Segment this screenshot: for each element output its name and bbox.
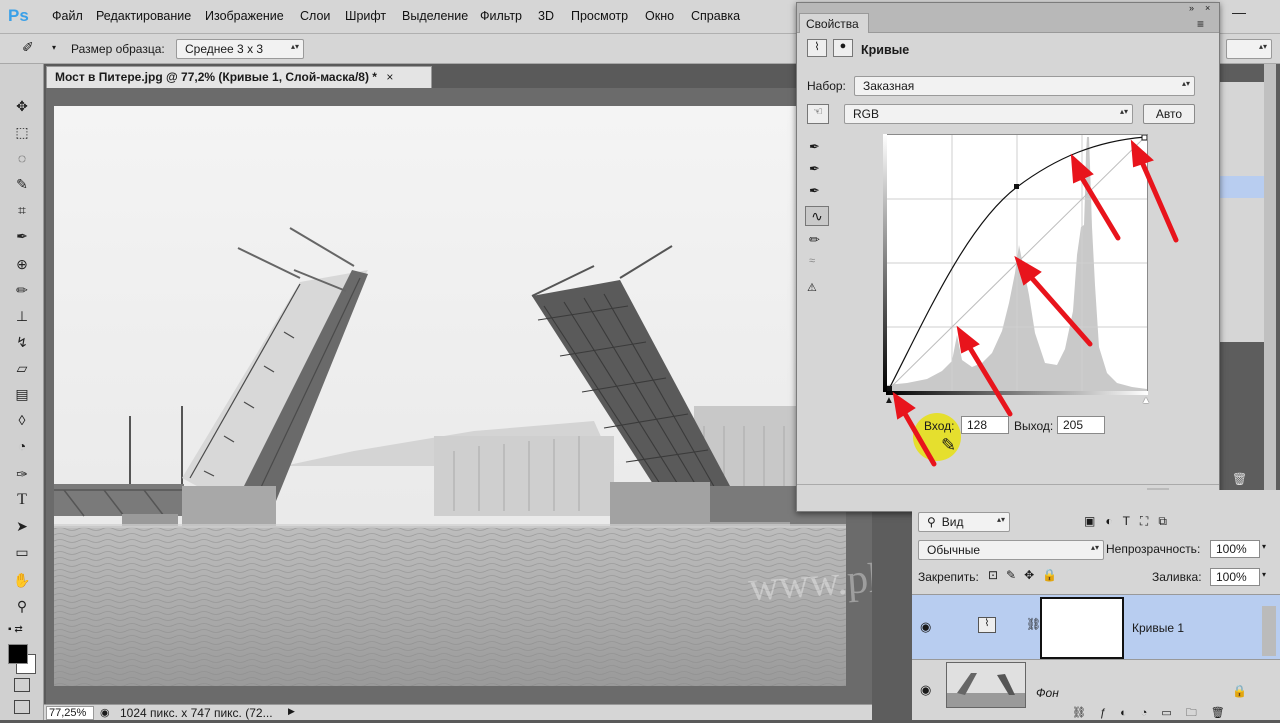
blend-mode-select[interactable]: Обычные ▴▾ [918, 540, 1104, 560]
fill-label: Заливка: [1152, 570, 1202, 584]
layer-row-curves[interactable]: ◉ ⌇ ⛓ Кривые 1 [912, 594, 1280, 660]
layer-name: Фон [1036, 686, 1059, 700]
opacity-label: Непрозрачность: [1106, 542, 1201, 556]
link-icon[interactable]: ⛓ [1026, 617, 1041, 631]
filter-icons[interactable]: ▣◐T⛶⧉ [1084, 514, 1177, 529]
chevron-down-icon[interactable]: ▾ [1262, 570, 1266, 579]
lock-label: Закрепить: [918, 570, 979, 584]
bridge-thumbnail [947, 663, 1025, 707]
curves-layer-icon: ⌇ [978, 617, 996, 633]
layer-mask-thumbnail[interactable] [1040, 597, 1124, 659]
layers-panel: 🗑 ⚲ Вид ▴▾ ▣◐T⛶⧉ Обычные ▴▾ Непрозрачность:… [912, 472, 1280, 723]
layer-row-background[interactable]: ◉ Фон 🔒 [912, 662, 1280, 710]
blend-mode-value: Обычные [927, 543, 981, 557]
layers-footer-icons[interactable]: ⛓ƒ◐◔▭🗀🗑 [1072, 704, 1239, 723]
layer-thumbnail [946, 662, 1026, 708]
lock-icons[interactable]: ⊡✎✥🔒 [988, 568, 1065, 582]
layer-name: Кривые 1 [1132, 621, 1185, 635]
lock-icon: 🔒 [1232, 684, 1247, 698]
fill-field[interactable]: 100% [1210, 568, 1260, 586]
opacity-field[interactable]: 100% [1210, 540, 1260, 558]
layers-scrollbar[interactable] [1262, 606, 1276, 656]
select-arrows-icon: ▴▾ [1090, 543, 1099, 552]
eye-icon[interactable]: ◉ [920, 619, 931, 635]
chevron-down-icon[interactable]: ▾ [1262, 542, 1266, 551]
search-icon: ⚲ [927, 515, 936, 529]
eye-icon[interactable]: ◉ [920, 682, 931, 698]
select-arrows-icon: ▴▾ [996, 515, 1005, 524]
filter-value: Вид [941, 515, 964, 529]
delete-layer-icon[interactable]: 🗑 [1232, 472, 1247, 486]
layer-filter-select[interactable]: ⚲ Вид ▴▾ [918, 512, 1010, 532]
